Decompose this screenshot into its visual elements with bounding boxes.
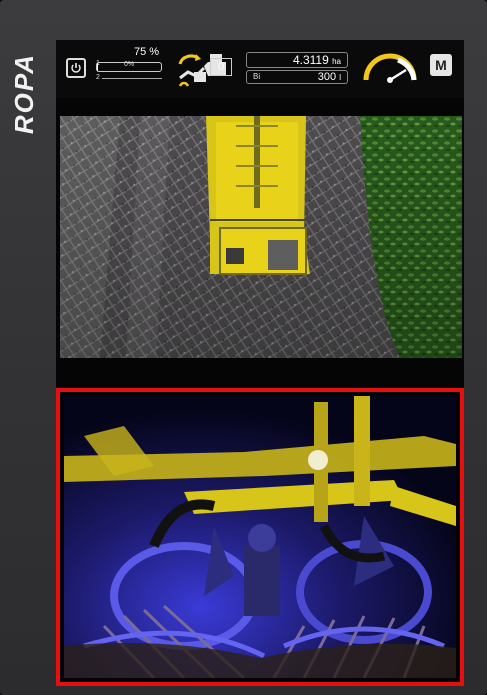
area-counter: 4.3119 ha (246, 52, 348, 68)
field-camera-image (60, 116, 462, 358)
bottom-camera-view[interactable] (64, 396, 456, 678)
speed-gauge-icon (363, 53, 417, 83)
lifter-camera-image (64, 396, 456, 678)
fill-level-bar-1: 0% (96, 61, 162, 72)
fill-bar-2-index: 2 (96, 74, 100, 81)
mode-button[interactable]: M (430, 54, 452, 76)
bin-value: 300 (317, 71, 337, 83)
area-value: 4.3119 (292, 53, 329, 67)
bin-counter: Bi 300 l (246, 70, 348, 84)
power-icon (71, 63, 81, 73)
harvester-top-view (206, 116, 310, 275)
unload-count: 0 (210, 58, 232, 76)
fill-level-percent: 75 % (134, 46, 160, 58)
top-camera-view[interactable] (60, 116, 462, 358)
fill-bar-1-label: 0% (123, 61, 135, 68)
brand-logo: ROPA (10, 28, 40, 158)
highlighted-camera-frame[interactable] (56, 388, 464, 686)
area-unit: ha (332, 57, 341, 66)
status-bar: 75 % 1 0% 2 0 4.3119 ha Bi 300 (56, 40, 464, 98)
power-button[interactable] (66, 58, 86, 78)
brand-name: ROPA (9, 52, 40, 134)
fill-level-bar-2 (102, 74, 162, 79)
display-screen: 75 % 1 0% 2 0 4.3119 ha Bi 300 (56, 40, 464, 686)
bin-label: Bi (253, 72, 261, 81)
bin-unit: l (339, 73, 341, 82)
